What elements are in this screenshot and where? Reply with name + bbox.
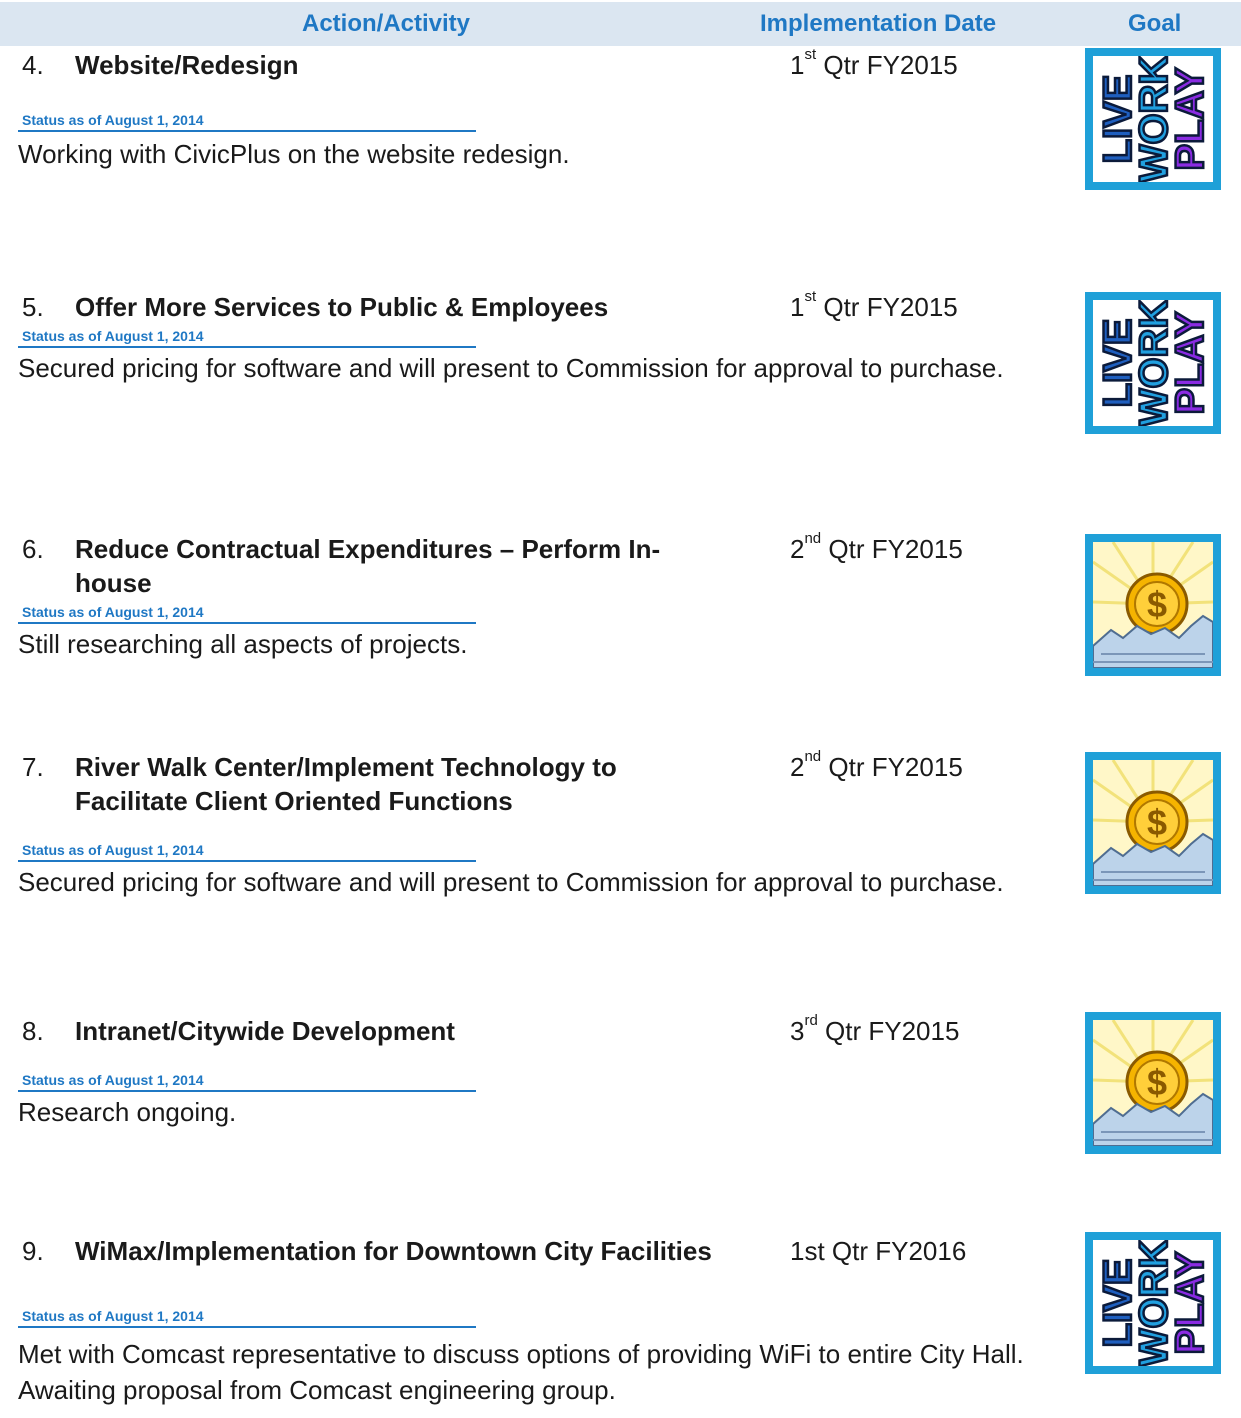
goal-icon-inner: $ [1093,1020,1213,1146]
live-work-play-icon: LIVE WORK PLAY [1085,292,1221,434]
header-goal: Goal [1128,10,1182,37]
implementation-date: 3rd Qtr FY2015 [790,1012,960,1046]
status-divider [18,1090,476,1092]
status-text: Met with Comcast representative to discu… [18,1339,1024,1405]
item-number: 5. [22,292,44,322]
item-title: WiMax/Implementation for Downtown City F… [75,1236,712,1266]
implementation-date: 1st Qtr FY2015 [790,46,958,80]
status-text: Still researching all aspects of project… [18,629,468,659]
svg-text:$: $ [1147,802,1167,843]
status-text: Working with CivicPlus on the website re… [18,139,570,169]
goal-icon-inner: LIVE WORK PLAY [1093,1240,1213,1366]
item-number: 7. [22,752,44,782]
status-divider [18,622,476,624]
goal-icon-inner: $ [1093,542,1213,668]
goal-icon-inner: LIVE WORK PLAY [1093,300,1213,426]
item-number: 4. [22,50,44,80]
money-sun-icon: $ [1085,1012,1221,1154]
implementation-date: 1st Qtr FY2015 [790,288,958,322]
item-number: 6. [22,534,44,564]
status-text: Secured pricing for software and will pr… [18,867,1004,897]
implementation-date: 2nd Qtr FY2015 [790,748,963,782]
status-label: Status as of August 1, 2014 [22,604,204,620]
status-label: Status as of August 1, 2014 [22,112,204,128]
status-label: Status as of August 1, 2014 [22,1308,204,1324]
status-text: Research ongoing. [18,1097,237,1127]
header-action: Action/Activity [302,10,471,37]
item-number: 9. [22,1236,44,1266]
status-divider [18,346,476,348]
status-label: Status as of August 1, 2014 [22,1072,204,1088]
svg-text:$: $ [1147,584,1167,625]
item-title: Intranet/Citywide Development [75,1016,455,1046]
implementation-date: 2nd Qtr FY2015 [790,530,963,564]
money-sun-icon: $ [1085,534,1221,676]
item-number: 8. [22,1016,44,1046]
status-divider [18,1326,476,1328]
live-work-play-icon: LIVE WORK PLAY [1085,1232,1221,1374]
svg-text:$: $ [1147,1062,1167,1103]
implementation-date: 1st Qtr FY2016 [790,1236,967,1266]
money-sun-icon: $ [1085,752,1221,894]
status-label: Status as of August 1, 2014 [22,328,204,344]
play-text: PLAY [1168,311,1212,414]
play-text: PLAY [1168,1251,1212,1354]
item-title: Reduce Contractual Expenditures – Perfor… [75,534,661,598]
status-divider [18,130,476,132]
table-header: Action/Activity Implementation Date Goal [0,2,1241,46]
item-title: River Walk Center/Implement Technology t… [75,752,617,816]
status-label: Status as of August 1, 2014 [22,842,204,858]
status-divider [18,860,476,862]
live-work-play-icon: LIVE WORK PLAY [1085,48,1221,190]
item-title: Offer More Services to Public & Employee… [75,292,609,322]
play-text: PLAY [1168,67,1212,170]
item-title: Website/Redesign [75,50,299,80]
status-text: Secured pricing for software and will pr… [18,353,1004,383]
header-implementation-date: Implementation Date [760,10,997,37]
goal-icon-inner: $ [1093,760,1213,886]
goal-icon-inner: LIVE WORK PLAY [1093,56,1213,182]
